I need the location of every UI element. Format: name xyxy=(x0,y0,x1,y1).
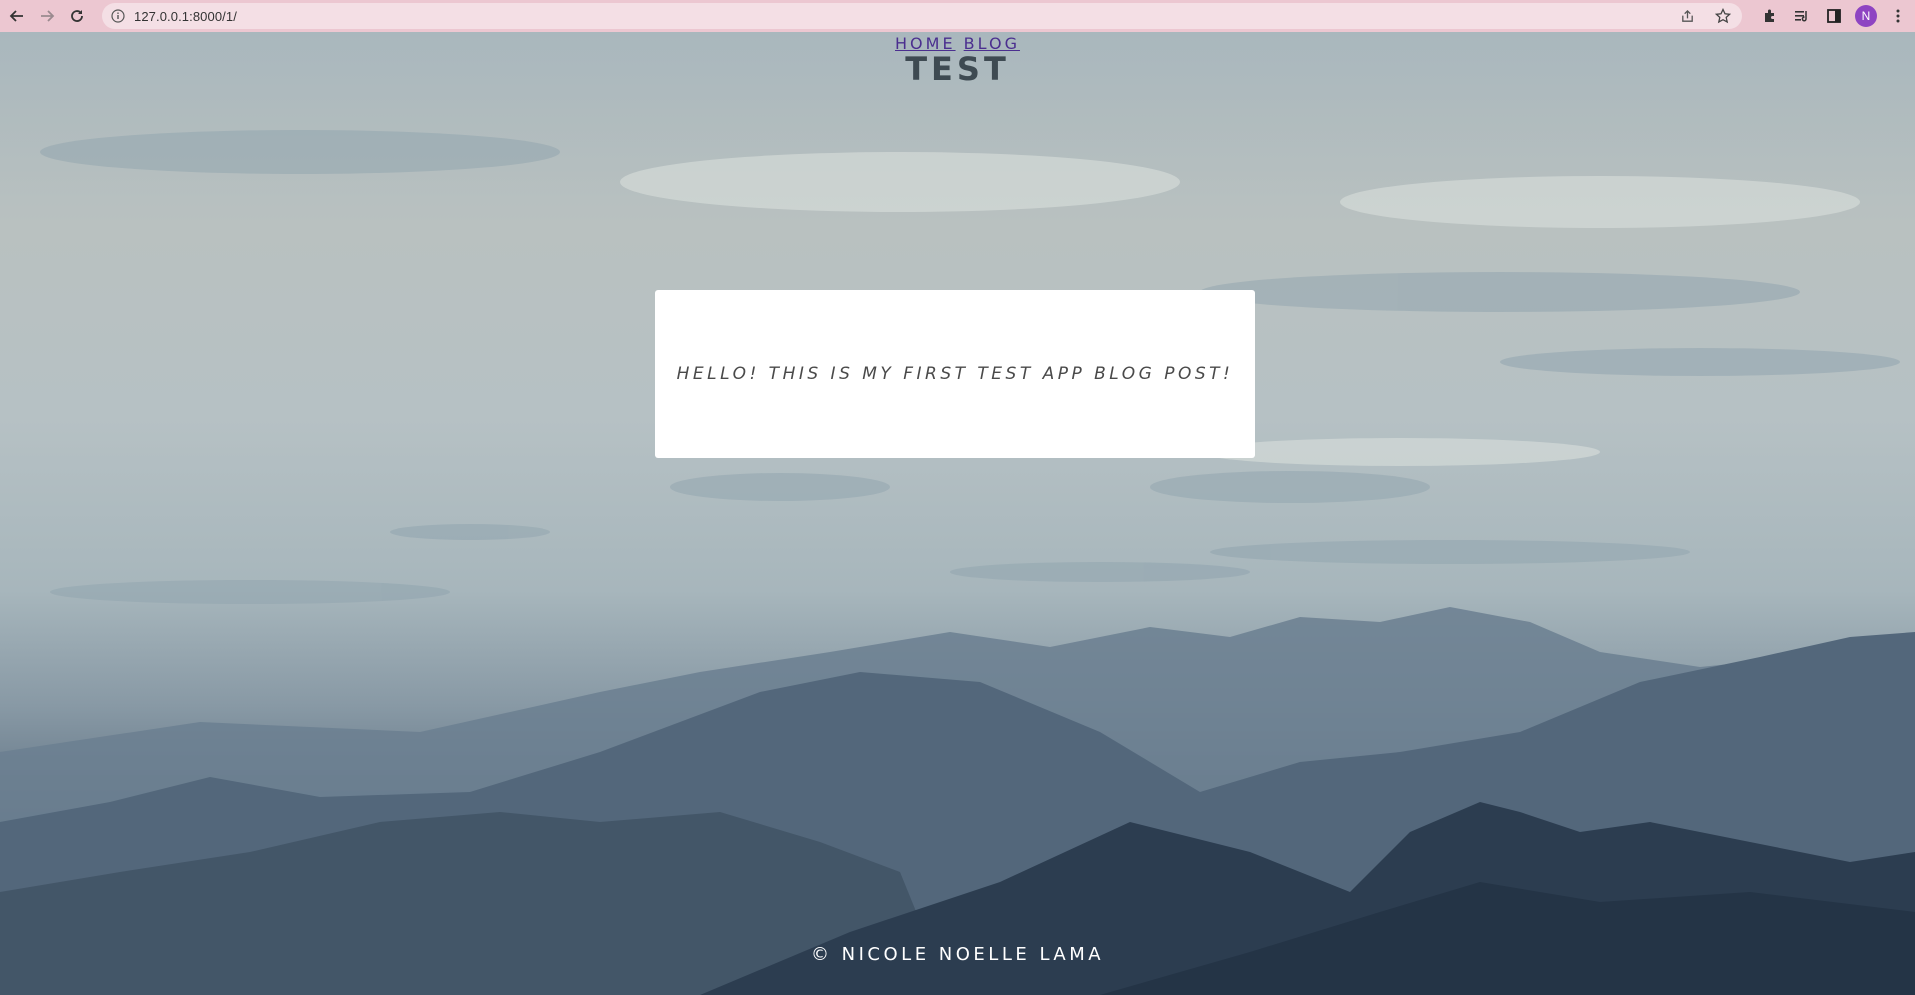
arrow-left-icon xyxy=(9,10,23,22)
browser-toolbar: 127.0.0.1:8000/1/ N xyxy=(0,0,1915,32)
share-icon[interactable] xyxy=(1676,5,1698,27)
post-text: HELLO! THIS IS MY FIRST TEST APP BLOG PO… xyxy=(676,364,1234,384)
post-card: HELLO! THIS IS MY FIRST TEST APP BLOG PO… xyxy=(655,290,1255,458)
menu-kebab-icon[interactable] xyxy=(1887,5,1909,27)
mountain-background-image xyxy=(0,130,1915,995)
extensions-icon[interactable] xyxy=(1759,5,1781,27)
reload-button[interactable] xyxy=(62,1,92,31)
bookmark-star-icon[interactable] xyxy=(1712,5,1734,27)
forward-button[interactable] xyxy=(32,1,62,31)
page-title: TEST xyxy=(905,50,1010,88)
arrow-right-icon xyxy=(41,10,55,22)
back-button[interactable] xyxy=(2,1,32,31)
address-bar[interactable]: 127.0.0.1:8000/1/ xyxy=(102,3,1742,29)
reading-list-icon[interactable] xyxy=(1791,5,1813,27)
profile-avatar[interactable]: N xyxy=(1855,5,1877,27)
side-panel-icon[interactable] xyxy=(1823,5,1845,27)
reload-icon xyxy=(71,10,83,22)
web-page: HOME BLOG TEST HELLO! THIS IS MY FIRST T… xyxy=(0,32,1915,995)
site-info-icon[interactable] xyxy=(102,9,134,23)
url-text[interactable]: 127.0.0.1:8000/1/ xyxy=(134,9,237,24)
footer-copyright: © NICOLE NOELLE LAMA xyxy=(810,944,1105,965)
